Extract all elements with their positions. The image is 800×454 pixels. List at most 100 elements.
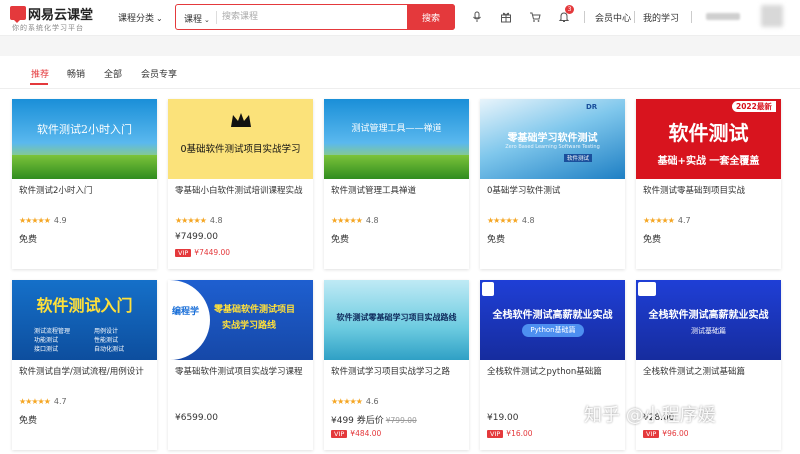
course-title[interactable]: 全栈软件测试之python基础篇 bbox=[487, 366, 619, 393]
rating-value: 4.9 bbox=[53, 216, 67, 225]
vip-price: VIP ¥96.00 bbox=[643, 429, 689, 438]
course-card[interactable]: 0基础软件测试项目实战学习 零基础小白软件测试培训课程实战 ★★★★★ 4.8 ¥… bbox=[168, 99, 313, 269]
course-title[interactable]: 零基础软件测试项目实战学习课程 bbox=[175, 366, 307, 393]
top-header: 网易云课堂 你的系统化学习平台 课程分类⌄ 课程⌄ 搜索 3 会员中心 我的学习 bbox=[0, 0, 800, 36]
course-card[interactable]: 编程学 零基础软件测试项目 实战学习路线 零基础软件测试项目实战学习课程 ¥65… bbox=[168, 280, 313, 450]
rating-value: 4.7 bbox=[53, 397, 67, 406]
course-card[interactable]: 测试管理工具——禅道 软件测试管理工具禅道 ★★★★★ 4.8 免费 bbox=[324, 99, 469, 269]
star-rating-icon: ★★★★★ bbox=[331, 216, 363, 225]
bullet-text: 功能测试 bbox=[34, 337, 59, 344]
tab-recommended[interactable]: 推荐 bbox=[31, 67, 49, 80]
rating-value: 4.8 bbox=[521, 216, 535, 225]
tabs-divider bbox=[0, 88, 800, 89]
logo-panel bbox=[168, 280, 210, 360]
username[interactable] bbox=[706, 13, 740, 20]
thumbnail-title: 软件测试零基础学习项目实战路线 bbox=[336, 313, 457, 322]
course-title[interactable]: 软件测试自学/测试流程/用例设计 bbox=[19, 366, 151, 393]
chevron-down-icon: ⌄ bbox=[156, 14, 163, 23]
thumbnail-title: 零基础软件测试项目 bbox=[214, 305, 296, 315]
thumbnail-tag: 软件测试 bbox=[564, 154, 593, 162]
my-learning-link[interactable]: 我的学习 bbox=[643, 11, 679, 24]
star-rating-icon: ★★★★★ bbox=[19, 397, 51, 406]
search-divider bbox=[216, 11, 217, 24]
vip-price-value: ¥484.00 bbox=[350, 429, 382, 438]
course-title[interactable]: 软件测试管理工具禅道 bbox=[331, 185, 463, 212]
course-price: 免费 bbox=[487, 235, 506, 245]
rating-value: 4.8 bbox=[209, 216, 223, 225]
vip-badge: VIP bbox=[175, 249, 192, 257]
tab-all[interactable]: 全部 bbox=[104, 67, 122, 80]
thumbnail-title: 软件测试入门 bbox=[36, 296, 133, 315]
course-title[interactable]: 软件测试学习项目实战学习之路 bbox=[331, 366, 463, 393]
bullet-text: 性能测试 bbox=[94, 337, 119, 344]
course-rating: ★★★★★ 4.7 bbox=[643, 216, 691, 225]
vip-badge: VIP bbox=[331, 430, 348, 438]
header-divider bbox=[634, 11, 635, 23]
course-card[interactable]: 软件测试零基础学习项目实战路线 软件测试学习项目实战学习之路 ★★★★★ 4.6 … bbox=[324, 280, 469, 450]
thumbnail-tag: 2022最新 bbox=[732, 101, 776, 112]
bullet-text: 用例设计 bbox=[94, 328, 119, 335]
cart-icon[interactable] bbox=[528, 10, 542, 24]
active-tab-indicator bbox=[30, 83, 48, 85]
avatar[interactable] bbox=[761, 5, 783, 27]
search-input[interactable] bbox=[222, 8, 402, 26]
search-bar: 课程 ⌄ 搜索 bbox=[175, 4, 455, 30]
course-title[interactable]: 零基础小白软件测试培训课程实战 bbox=[175, 185, 307, 212]
chevron-down-icon: ⌄ bbox=[204, 16, 210, 24]
tab-member-exclusive[interactable]: 会员专享 bbox=[141, 67, 177, 80]
notification-badge: 3 bbox=[565, 5, 574, 14]
course-thumbnail: DR 零基础学习软件测试 Zero Based Learning Softwar… bbox=[480, 99, 625, 179]
bell-icon[interactable]: 3 bbox=[557, 5, 574, 24]
course-price: ¥6599.00 bbox=[175, 413, 218, 423]
bullet-text: 测试流程管理 bbox=[34, 328, 71, 335]
rating-value: 4.8 bbox=[365, 216, 379, 225]
thumbnail-title: 全栈软件测试高薪就业实战 bbox=[648, 310, 769, 321]
thumbnail-title: 全栈软件测试高薪就业实战 bbox=[492, 310, 613, 321]
course-thumbnail: 全栈软件测试高薪就业实战 测试基础篇 bbox=[636, 280, 781, 360]
microphone-icon[interactable] bbox=[470, 10, 484, 24]
course-rating: ★★★★★ 4.6 bbox=[331, 397, 379, 406]
thumbnail-subtitle: Zero Based Learning Software Testing bbox=[505, 144, 600, 150]
vip-price: VIP ¥7449.00 bbox=[175, 248, 230, 257]
course-rating: ★★★★★ 4.8 bbox=[175, 216, 223, 225]
search-button[interactable]: 搜索 bbox=[407, 4, 455, 30]
course-title[interactable]: 全栈软件测试之测试基础篇 bbox=[643, 366, 775, 393]
course-title[interactable]: 软件测试零基础到项目实战 bbox=[643, 185, 775, 212]
course-rating: ★★★★★ 4.8 bbox=[487, 216, 535, 225]
thumbnail-subtitle: Python基础篇 bbox=[522, 324, 584, 337]
logo-mark-icon bbox=[10, 6, 26, 23]
category-label: 课程分类 bbox=[118, 14, 155, 24]
course-card[interactable]: 2022最新 软件测试 基础+实战 一套全覆盖 软件测试零基础到项目实战 ★★★… bbox=[636, 99, 781, 269]
search-type-select[interactable]: 课程 ⌄ bbox=[184, 12, 210, 25]
thumbnail-title: 测试管理工具——禅道 bbox=[351, 124, 442, 134]
course-card[interactable]: 软件测试2小时入门 软件测试2小时入门 ★★★★★ 4.9 免费 bbox=[12, 99, 157, 269]
thumbnail-title: 软件测试 bbox=[668, 121, 749, 145]
price-value: ¥499 券后价 bbox=[331, 416, 384, 426]
category-menu[interactable]: 课程分类 ⌄ bbox=[118, 11, 163, 24]
star-rating-icon: ★★★★★ bbox=[19, 216, 51, 225]
grass-shape bbox=[324, 155, 469, 179]
logo[interactable]: 网易云课堂 你的系统化学习平台 bbox=[10, 4, 108, 32]
logo-text: 网易云课堂 bbox=[28, 8, 94, 23]
course-price: ¥499 券后价 ¥799.00 bbox=[331, 413, 417, 426]
rating-value: 4.6 bbox=[365, 397, 379, 406]
course-card[interactable]: 软件测试入门 测试流程管理 功能测试 接口测试 用例设计 性能测试 自动化测试 … bbox=[12, 280, 157, 450]
header-divider bbox=[584, 11, 585, 23]
star-rating-icon: ★★★★★ bbox=[331, 397, 363, 406]
vip-price: VIP ¥16.00 bbox=[487, 429, 533, 438]
gift-icon[interactable] bbox=[499, 10, 513, 24]
member-center-link[interactable]: 会员中心 bbox=[595, 11, 631, 24]
course-thumbnail: 0基础软件测试项目实战学习 bbox=[168, 99, 313, 179]
course-card[interactable]: DR 零基础学习软件测试 Zero Based Learning Softwar… bbox=[480, 99, 625, 269]
course-title[interactable]: 0基础学习软件测试 bbox=[487, 185, 619, 212]
vip-price-value: ¥96.00 bbox=[662, 429, 689, 438]
thumbnail-subtitle: 基础+实战 一套全覆盖 bbox=[657, 156, 760, 167]
tab-bestselling[interactable]: 畅销 bbox=[67, 67, 85, 80]
bullet-text: 接口测试 bbox=[34, 346, 59, 353]
logo-slogan: 你的系统化学习平台 bbox=[12, 24, 84, 32]
thumbnail-title: 软件测试2小时入门 bbox=[37, 123, 132, 136]
brand-logo: 编程学 bbox=[172, 307, 200, 317]
course-title[interactable]: 软件测试2小时入门 bbox=[19, 185, 151, 212]
course-price: 免费 bbox=[643, 235, 662, 245]
thumbnail-subtitle: 实战学习路线 bbox=[222, 321, 277, 331]
